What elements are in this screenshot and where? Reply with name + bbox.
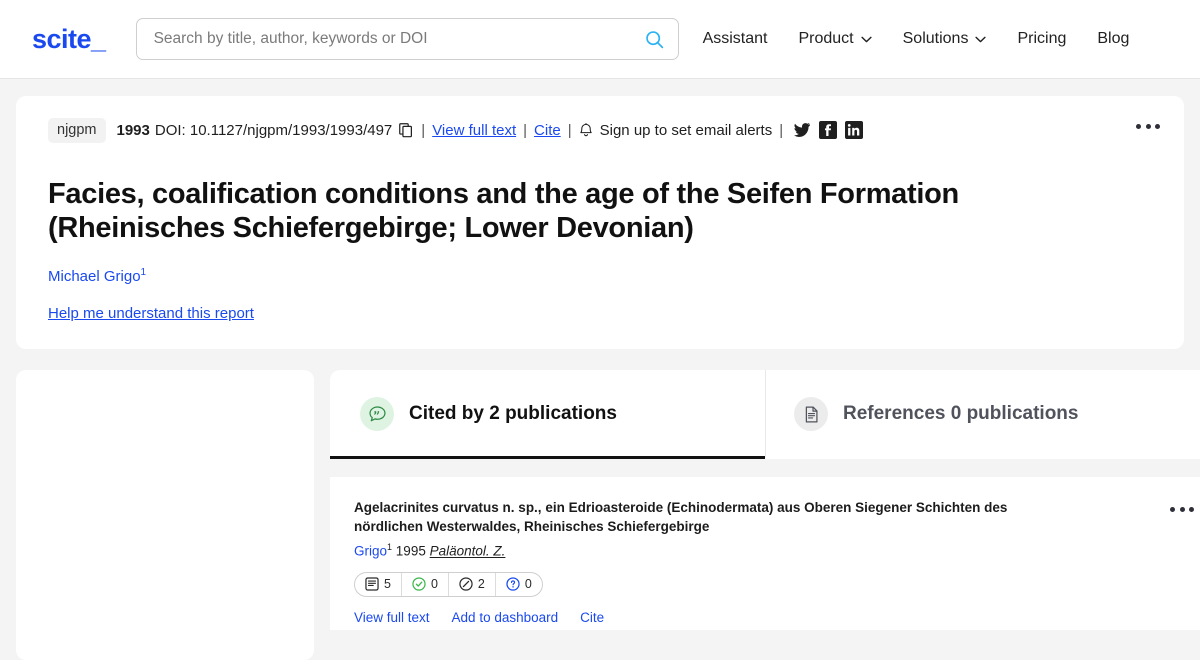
facebook-share-button[interactable]: [819, 121, 838, 140]
doi-text: DOI: 10.1127/njgpm/1993/1993/497: [154, 121, 393, 139]
email-alerts-label: Sign up to set email alerts: [599, 121, 773, 139]
tab-label-references: References 0 publications: [843, 403, 1079, 424]
nav-label-product: Product: [798, 30, 854, 47]
linkedin-icon: [845, 121, 864, 140]
separator: |: [779, 121, 784, 139]
nav-label-pricing: Pricing: [1017, 30, 1067, 47]
nav-item-pricing[interactable]: Pricing: [1017, 24, 1066, 54]
tab-label-cited-by: Cited by 2 publications: [409, 403, 617, 424]
mentioning-question-icon: [506, 577, 520, 591]
magnifier-icon: [646, 30, 664, 48]
citation-more-options-button[interactable]: [1170, 507, 1194, 512]
publication-year: 1993: [116, 121, 150, 139]
badge-count: 2: [477, 577, 485, 592]
tabs-bar: Cited by 2 publications References 0 pub…: [330, 370, 1200, 459]
citation-year: 1995: [395, 543, 426, 559]
dot: [1189, 507, 1194, 512]
nav-label-assistant: Assistant: [702, 30, 768, 47]
tab-cited-by[interactable]: Cited by 2 publications: [330, 370, 765, 459]
separator: |: [523, 121, 528, 139]
email-alerts-button[interactable]: Sign up to set email alerts: [579, 121, 773, 139]
separator: |: [567, 121, 572, 139]
citation-cite-link[interactable]: Cite: [580, 610, 604, 625]
quote-bubble-icon: [360, 397, 394, 431]
social-share-group: [793, 121, 864, 140]
nav-item-assistant[interactable]: Assistant: [703, 24, 768, 54]
cite-link[interactable]: Cite: [534, 122, 561, 139]
linkedin-share-button[interactable]: [845, 121, 864, 140]
nav-item-solutions[interactable]: Solutions: [903, 24, 987, 54]
dot: [1179, 507, 1185, 512]
citation-author-affiliation: 1: [387, 542, 393, 553]
separator: |: [421, 121, 426, 139]
nav-label-blog: Blog: [1097, 30, 1130, 47]
nav-label-solutions: Solutions: [902, 30, 969, 47]
twitter-share-button[interactable]: [793, 121, 811, 139]
scite-logo[interactable]: scite_: [32, 24, 106, 55]
author-name: Michael Grigo: [48, 267, 141, 285]
contrasting-slash-icon: [459, 577, 473, 591]
paper-more-options-button[interactable]: [1136, 124, 1160, 129]
badge-contrasting[interactable]: 2: [449, 572, 496, 596]
document-icon: [794, 397, 828, 431]
citation-author[interactable]: Grigo: [354, 544, 387, 559]
bell-icon: [579, 123, 592, 137]
facebook-icon: [819, 121, 838, 140]
copy-doi-button[interactable]: [399, 122, 414, 138]
chevron-down-icon: [861, 36, 872, 42]
badge-count: 0: [524, 577, 532, 592]
badge-count: 5: [384, 577, 391, 592]
badge-supporting[interactable]: 0: [402, 572, 449, 596]
dot: [1136, 124, 1141, 129]
citation-journal: Paläontol. Z.: [429, 543, 506, 559]
supporting-check-icon: [412, 577, 426, 591]
citation-meta: Grigo1 1995 Paläontol. Z.: [354, 542, 1194, 559]
citation-stats-group: 5 0 2 0: [354, 571, 543, 597]
page-title: Facies, coalification conditions and the…: [48, 177, 959, 244]
site-header: scite_ Assistant Product Solutions Pr: [0, 0, 1200, 79]
search-input[interactable]: [135, 18, 679, 60]
search-button[interactable]: [640, 24, 670, 54]
citation-statements-icon: [365, 577, 379, 591]
author-affiliation: 1: [140, 266, 147, 278]
author-list[interactable]: Michael Grigo1: [48, 267, 1160, 285]
dot: [1155, 124, 1160, 129]
chevron-down-icon: [975, 36, 987, 42]
list-item: Agelacrinites curvatus n. sp., ein Edrio…: [354, 498, 1194, 625]
paper-detail-card: njgpm 1993 DOI: 10.1127/njgpm/1993/1993/…: [16, 96, 1184, 349]
citation-add-to-dashboard-link[interactable]: Add to dashboard: [452, 610, 559, 625]
citation-actions: View full text Add to dashboard Cite: [354, 610, 1194, 625]
dot: [1145, 124, 1151, 129]
nav-item-blog[interactable]: Blog: [1097, 24, 1129, 54]
nav-item-product[interactable]: Product: [798, 24, 872, 54]
view-full-text-link[interactable]: View full text: [432, 122, 516, 139]
sidebar-panel: [16, 370, 314, 660]
journal-badge[interactable]: njgpm: [48, 118, 106, 143]
paper-metadata-row: njgpm 1993 DOI: 10.1127/njgpm/1993/1993/…: [48, 118, 1160, 143]
search-container: [135, 18, 679, 60]
badge-count: 0: [430, 577, 438, 592]
dot: [1170, 507, 1175, 512]
tab-references[interactable]: References 0 publications: [765, 370, 1106, 459]
citation-view-full-text-link[interactable]: View full text: [354, 610, 430, 625]
badge-citation-statements[interactable]: 5: [355, 572, 402, 596]
main-navigation: Assistant Product Solutions Pricing Blog: [703, 24, 1176, 54]
help-understand-report-link[interactable]: Help me understand this report: [48, 305, 254, 322]
badge-mentioning[interactable]: 0: [496, 573, 542, 596]
citations-list: Agelacrinites curvatus n. sp., ein Edrio…: [330, 477, 1200, 630]
copy-icon: [399, 122, 413, 138]
citation-title[interactable]: Agelacrinites curvatus n. sp., ein Edrio…: [354, 498, 1014, 536]
twitter-icon: [794, 123, 811, 138]
